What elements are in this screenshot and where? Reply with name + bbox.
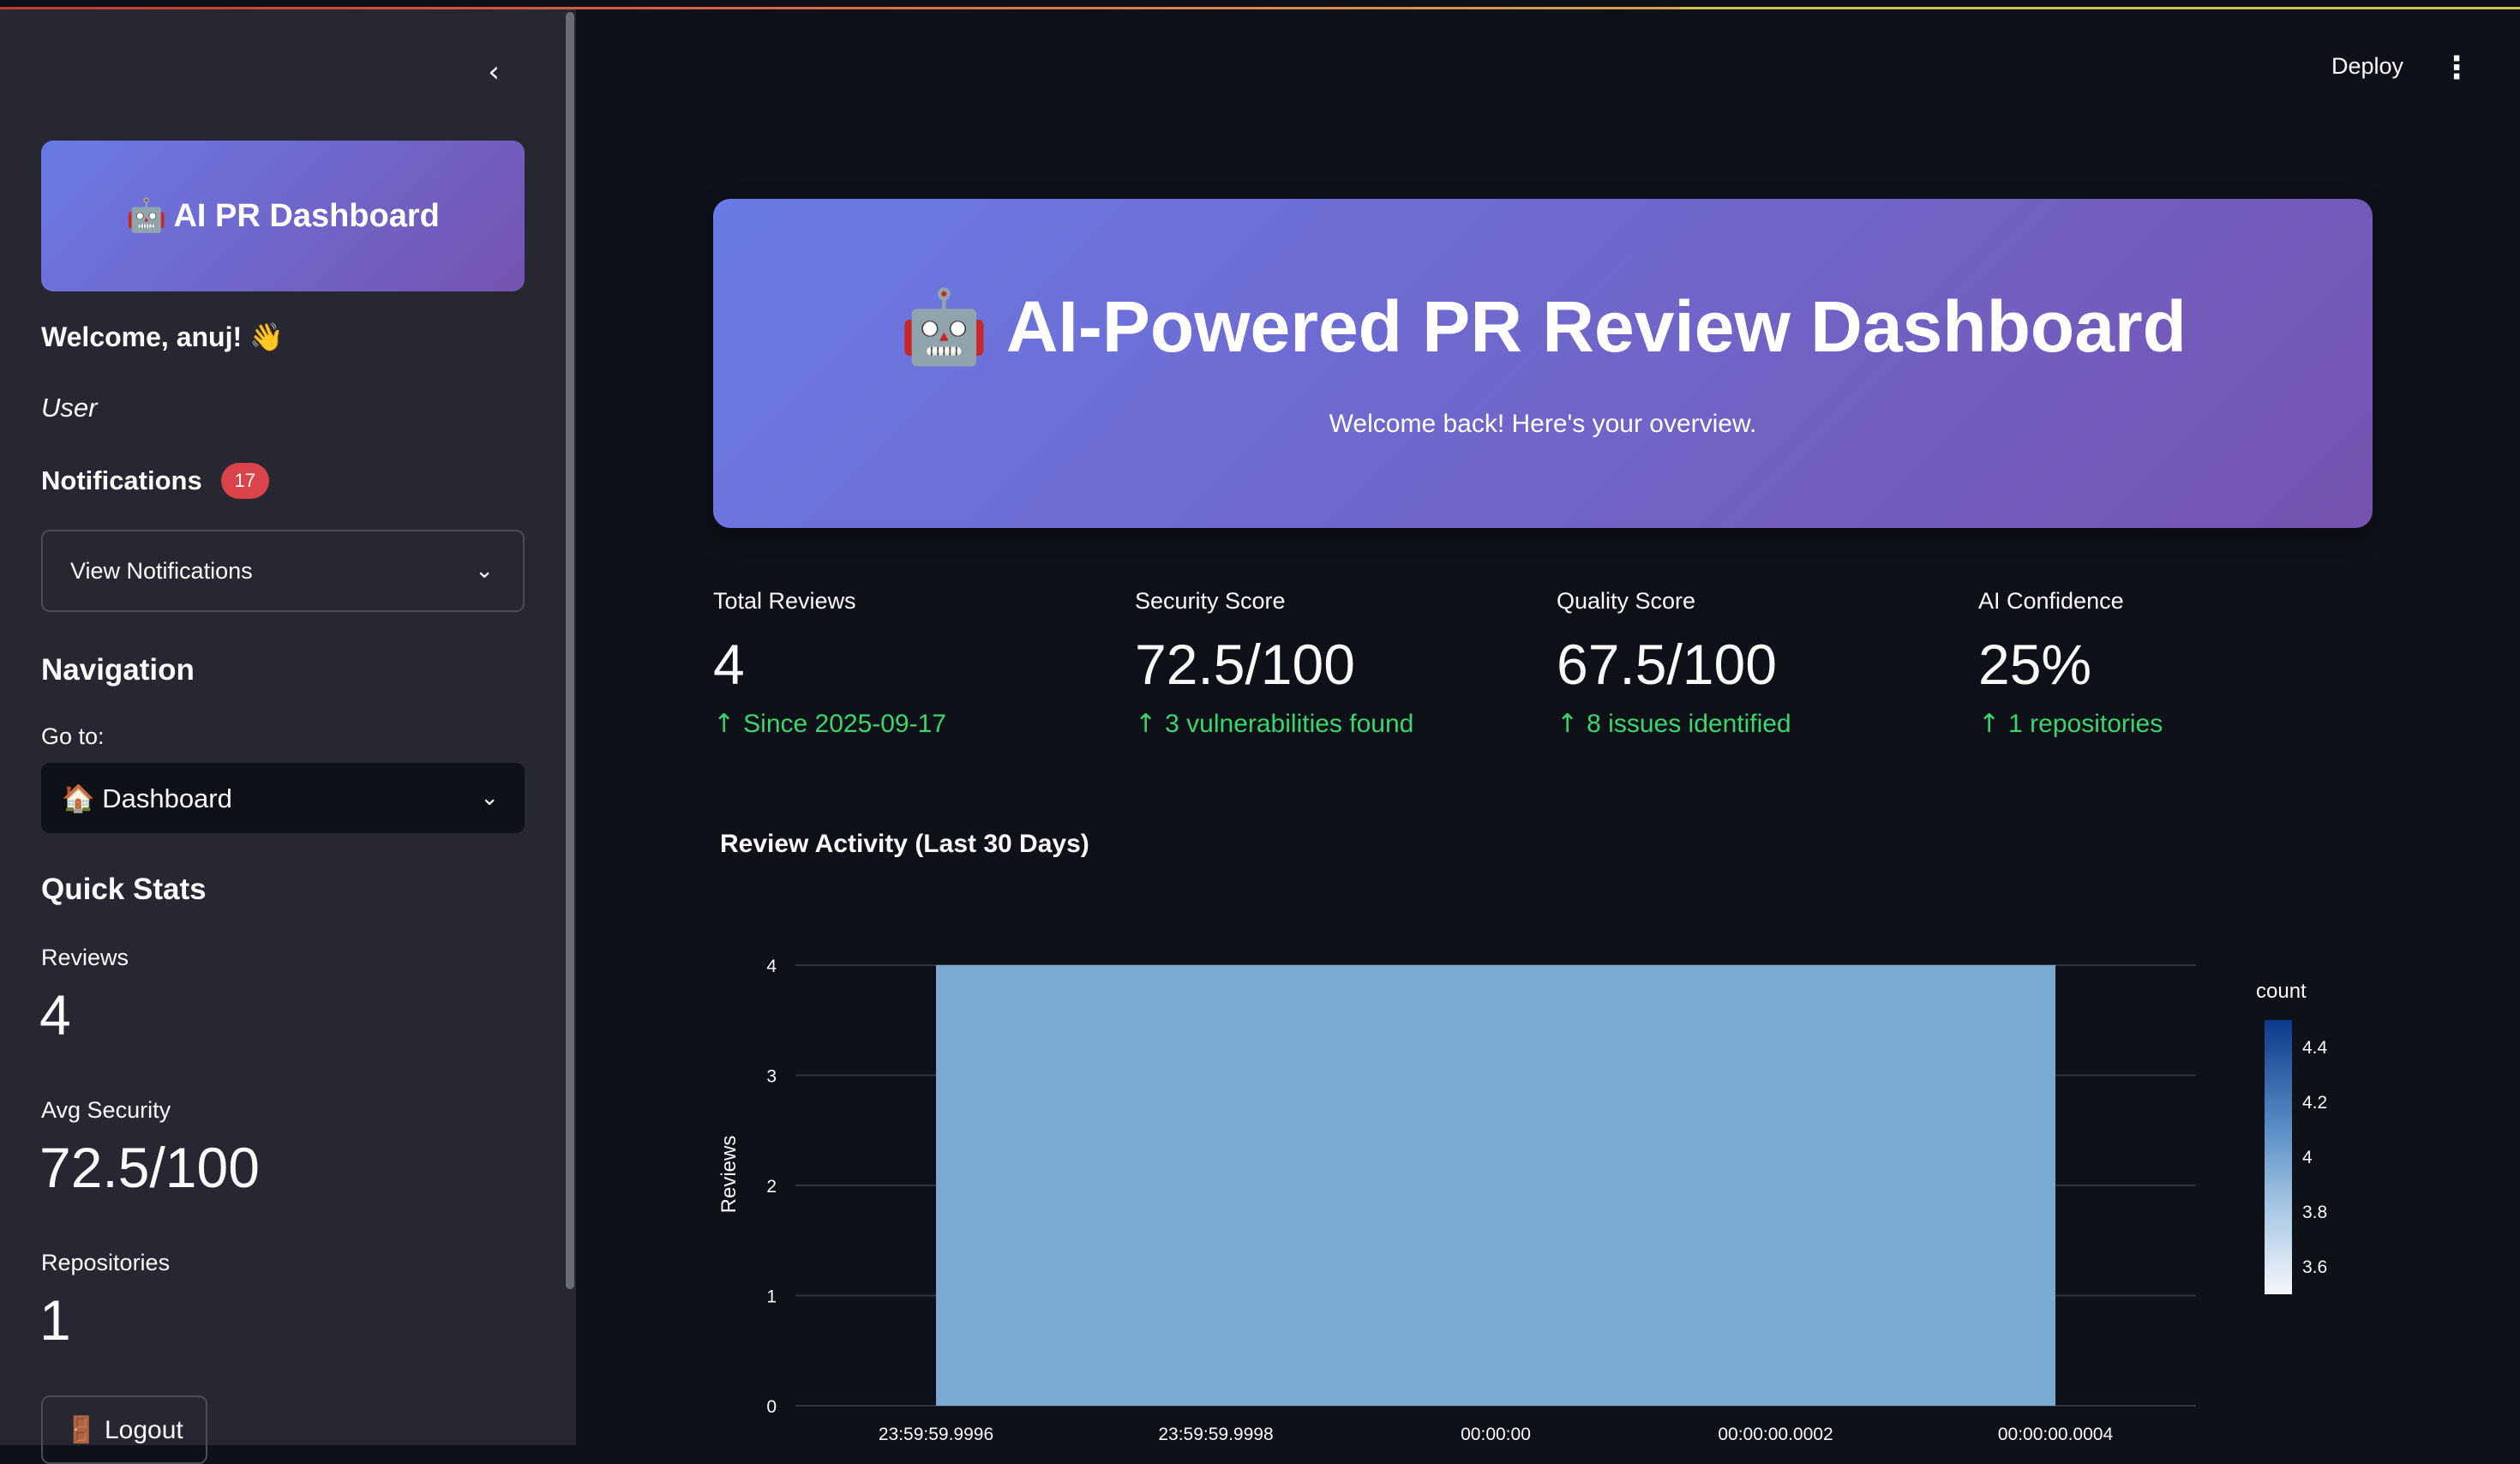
x-tick-label: 00:00:00.0002 xyxy=(1718,1425,1833,1444)
chart-bar[interactable] xyxy=(936,965,2055,1406)
x-tick-label: 00:00:00.0004 xyxy=(1998,1425,2114,1444)
qs-reviews-value: 4 xyxy=(39,983,71,1047)
y-tick-label: 4 xyxy=(766,957,777,976)
metric-delta: ↑ 1 repositories xyxy=(1978,709,2381,739)
quick-stats-title: Quick Stats xyxy=(41,873,207,906)
top-progress-line xyxy=(0,0,2520,9)
metric-delta: ↑ 8 issues identified xyxy=(1557,709,1959,739)
metric-label: Security Score xyxy=(1135,588,1286,614)
review-activity-chart[interactable]: 0 1 2 3 4 23:59:59.9996 23:59:59.9998 00:00:00… xyxy=(703,926,2400,1445)
x-tick-label: 23:59:59.9998 xyxy=(1158,1425,1273,1444)
metric-delta-text: Since 2025-09-17 xyxy=(743,709,946,738)
metric-value: 72.5/100 xyxy=(1135,633,1355,696)
user-role: User xyxy=(41,393,98,423)
y-tick-label: 3 xyxy=(766,1067,777,1087)
hero-banner: 🤖 AI-Powered PR Review Dashboard Welcome… xyxy=(713,199,2373,528)
brand-card: 🤖 AI PR Dashboard xyxy=(41,141,525,291)
metric-value: 25% xyxy=(1978,633,2092,696)
metric-delta: ↑ Since 2025-09-17 xyxy=(713,709,1116,739)
y-tick-label: 2 xyxy=(766,1177,777,1197)
colorbar-tick-label: 4.4 xyxy=(2302,1038,2328,1058)
metric-label: AI Confidence xyxy=(1978,588,2124,614)
metric-security-score: Security Score 72.5/100 ↑ 3 vulnerabiliti… xyxy=(1135,588,1538,739)
metric-delta-text: 1 repositories xyxy=(2008,709,2163,738)
metric-value: 4 xyxy=(713,633,745,696)
qs-repositories-value: 1 xyxy=(39,1288,71,1352)
qs-repositories-label: Repositories xyxy=(41,1250,171,1275)
metric-total-reviews: Total Reviews 4 ↑ Since 2025-09-17 xyxy=(713,588,1116,739)
metric-quality-score: Quality Score 67.5/100 ↑ 8 issues identif… xyxy=(1557,588,1959,739)
arrow-up-icon: ↑ xyxy=(1557,709,1579,739)
metric-label: Total Reviews xyxy=(713,588,856,614)
hero-title: 🤖 AI-Powered PR Review Dashboard xyxy=(899,286,2187,367)
colorbar-scale xyxy=(2265,1020,2292,1294)
arrow-up-icon: ↑ xyxy=(713,709,735,739)
deploy-button[interactable]: Deploy xyxy=(2331,53,2403,80)
notifications-count-badge: 17 xyxy=(220,463,269,499)
navigation-title: Navigation xyxy=(41,653,195,687)
metric-value: 67.5/100 xyxy=(1557,633,1777,696)
x-tick-label: 00:00:00 xyxy=(1461,1425,1531,1444)
y-axis-label: Reviews xyxy=(717,1136,741,1214)
colorbar-title: count xyxy=(2256,980,2307,1003)
y-tick-label: 0 xyxy=(766,1397,777,1417)
notifications-title: Notifications xyxy=(41,465,202,495)
welcome-text: Welcome, anuj! 👋 xyxy=(41,321,284,352)
brand-label: AI PR Dashboard xyxy=(173,197,440,234)
chevron-down-icon: ⌄ xyxy=(480,785,499,811)
sidebar-scrollbar[interactable] xyxy=(566,12,574,1289)
colorbar-tick-label: 3.6 xyxy=(2302,1257,2327,1277)
page-select-value: 🏠 Dashboard xyxy=(62,783,232,813)
collapse-sidebar-icon[interactable]: ‹ xyxy=(477,55,511,89)
page-select[interactable]: 🏠 Dashboard ⌄ xyxy=(41,763,525,833)
colorbar-tick-label: 3.8 xyxy=(2302,1203,2327,1222)
expander-label: View Notifications xyxy=(70,557,253,584)
chart-title: Review Activity (Last 30 Days) xyxy=(720,830,1089,858)
metric-delta-text: 8 issues identified xyxy=(1587,709,1791,738)
colorbar-tick-label: 4.2 xyxy=(2302,1093,2327,1113)
chevron-down-icon: ⌄ xyxy=(475,558,494,584)
qs-avg-security-value: 72.5/100 xyxy=(39,1136,260,1199)
metric-delta: ↑ 3 vulnerabilities found xyxy=(1135,709,1538,739)
arrow-up-icon: ↑ xyxy=(1135,709,1157,739)
logout-button[interactable]: 🚪 Logout xyxy=(41,1395,207,1464)
colorbar-tick-label: 4 xyxy=(2302,1148,2313,1167)
metric-ai-confidence: AI Confidence 25% ↑ 1 repositories xyxy=(1978,588,2381,739)
qs-avg-security-label: Avg Security xyxy=(41,1097,171,1123)
more-menu-icon[interactable]: ⋮ xyxy=(2441,48,2472,89)
goto-label: Go to: xyxy=(41,723,105,749)
metric-delta-text: 3 vulnerabilities found xyxy=(1165,709,1414,738)
robot-icon: 🤖 xyxy=(126,198,167,234)
notifications-header: Notifications 17 xyxy=(41,463,269,499)
metric-label: Quality Score xyxy=(1557,588,1696,614)
arrow-up-icon: ↑ xyxy=(1978,709,2001,739)
y-tick-label: 1 xyxy=(766,1287,777,1307)
qs-reviews-label: Reviews xyxy=(41,945,129,970)
sidebar: ‹ 🤖 AI PR Dashboard Welcome, anuj! 👋 Use… xyxy=(0,0,576,1464)
view-notifications-expander[interactable]: View Notifications ⌄ xyxy=(41,530,525,612)
hero-subtitle: Welcome back! Here's your overview. xyxy=(1329,410,1757,438)
x-tick-label: 23:59:59.9996 xyxy=(879,1425,993,1444)
